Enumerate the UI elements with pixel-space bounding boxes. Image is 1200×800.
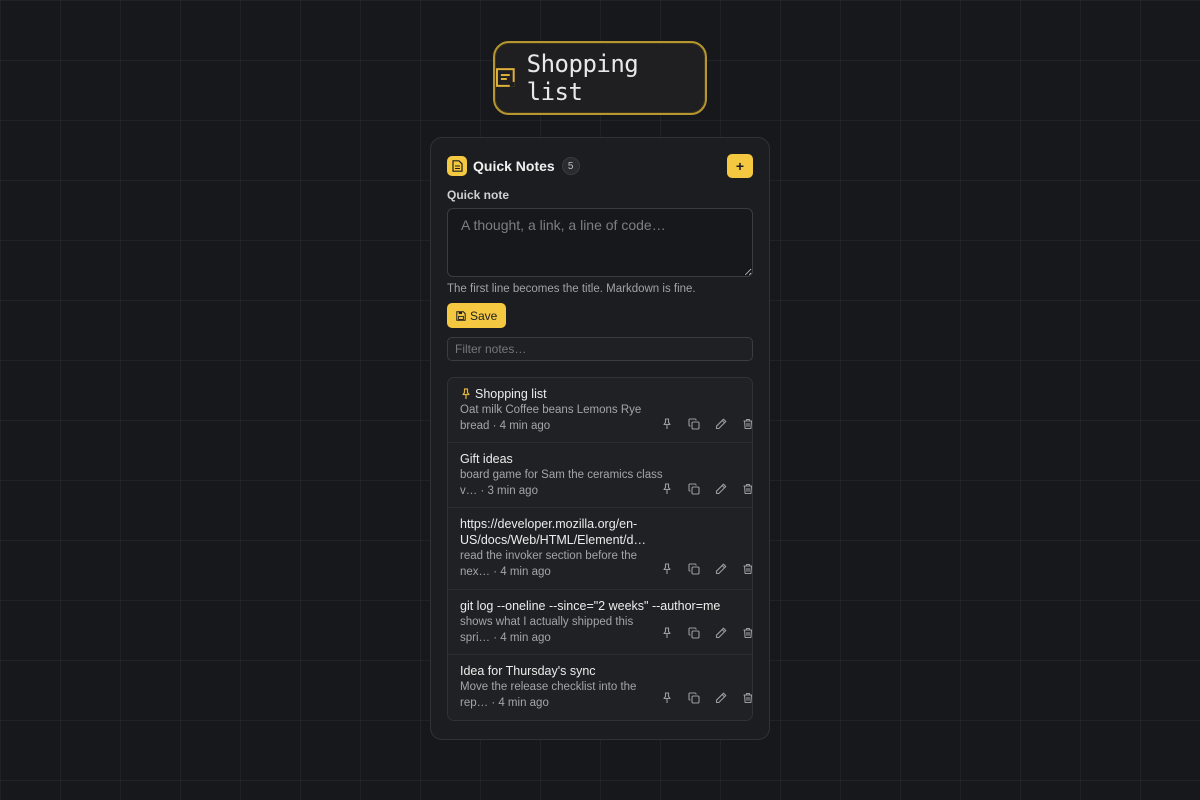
note-preview: shows what I actually shipped this spri……	[460, 616, 634, 644]
save-icon	[456, 310, 466, 321]
composer-hint: The first line becomes the title. Markdo…	[447, 283, 696, 295]
note-list-item[interactable]: Idea for Thursday's sync Move the releas…	[448, 655, 752, 720]
pencil-icon	[715, 692, 726, 703]
copy-icon	[687, 417, 700, 430]
copy-icon	[687, 482, 700, 495]
pin-icon	[662, 691, 671, 703]
pin-button[interactable]	[656, 622, 677, 643]
pin-icon	[662, 417, 671, 429]
edit-button[interactable]	[710, 687, 731, 708]
pin-button[interactable]	[656, 687, 677, 708]
save-label: Save	[470, 308, 498, 323]
note-actions	[656, 478, 752, 499]
note-preview: board game for Sam the ceramics class v……	[460, 469, 663, 497]
note-title-text: Gift ideas	[460, 452, 513, 466]
note-preview: read the invoker section before the nex……	[460, 550, 638, 578]
edit-button[interactable]	[710, 622, 731, 643]
copy-icon	[687, 562, 700, 575]
edit-button[interactable]	[710, 413, 731, 434]
pin-icon	[662, 626, 671, 638]
pencil-icon	[715, 563, 726, 574]
note-list-item[interactable]: Gift ideas board game for Sam the cerami…	[448, 443, 752, 508]
panel-header: Quick Notes 5 +	[447, 154, 753, 178]
trash-icon	[743, 692, 752, 703]
pin-button[interactable]	[656, 413, 677, 434]
pin-button[interactable]	[656, 478, 677, 499]
filter-input[interactable]	[447, 337, 753, 361]
quick-note-label: Quick note	[447, 188, 510, 202]
edit-button[interactable]	[710, 478, 731, 499]
copy-button[interactable]	[683, 622, 704, 643]
pin-icon	[662, 482, 671, 494]
add-note-button[interactable]: +	[727, 154, 753, 178]
save-button[interactable]: Save	[447, 303, 507, 328]
quick-notes-panel: Quick Notes 5 + Quick note The first lin…	[430, 137, 770, 740]
note-title: git log --oneline --since="2 weeks" --au…	[460, 598, 722, 614]
delete-button[interactable]	[737, 687, 752, 708]
copy-icon	[687, 691, 700, 704]
note-actions	[656, 687, 752, 708]
note-actions	[656, 622, 752, 643]
delete-button[interactable]	[737, 413, 752, 434]
note-list-item[interactable]: git log --oneline --since="2 weeks" --au…	[448, 590, 752, 655]
delete-button[interactable]	[737, 558, 752, 579]
quick-note-input[interactable]	[447, 208, 753, 277]
active-note-title: Shopping list	[526, 50, 639, 106]
note-preview: Oat milk Coffee beans Lemons Rye bread ·…	[460, 404, 642, 432]
note-preview: Move the release checklist into the rep……	[460, 681, 637, 709]
copy-button[interactable]	[683, 687, 704, 708]
pin-icon	[662, 562, 671, 574]
trash-icon	[743, 483, 752, 494]
trash-icon	[743, 627, 752, 638]
note-title: Idea for Thursday's sync	[460, 663, 722, 679]
copy-icon	[687, 626, 700, 639]
note-title: https://developer.mozilla.org/en-US/docs…	[460, 516, 650, 548]
copy-button[interactable]	[683, 413, 704, 434]
note-actions	[656, 413, 752, 434]
note-actions	[656, 558, 752, 579]
copy-button[interactable]	[683, 558, 704, 579]
active-note-pill: Shopping list	[493, 41, 707, 115]
note-title: Shopping list	[460, 386, 722, 402]
note-icon	[495, 68, 515, 87]
app-title: Quick Notes	[473, 158, 555, 174]
note-title-text: git log --oneline --since="2 weeks" --au…	[460, 599, 721, 613]
note-list-item[interactable]: https://developer.mozilla.org/en-US/docs…	[448, 508, 752, 590]
pinned-icon	[462, 388, 470, 399]
notes-count-badge: 5	[561, 157, 580, 175]
copy-button[interactable]	[683, 478, 704, 499]
pin-button[interactable]	[656, 558, 677, 579]
delete-button[interactable]	[737, 478, 752, 499]
document-icon	[447, 156, 467, 176]
trash-icon	[743, 563, 752, 574]
note-title-text: https://developer.mozilla.org/en-US/docs…	[460, 517, 646, 547]
note-list-item[interactable]: Shopping list Oat milk Coffee beans Lemo…	[448, 378, 752, 443]
pencil-icon	[715, 418, 726, 429]
pencil-icon	[715, 483, 726, 494]
trash-icon	[743, 418, 752, 429]
pencil-icon	[715, 627, 726, 638]
delete-button[interactable]	[737, 622, 752, 643]
note-title-text: Idea for Thursday's sync	[460, 664, 596, 678]
note-title-text: Shopping list	[475, 387, 547, 401]
notes-list: Shopping list Oat milk Coffee beans Lemo…	[447, 377, 753, 721]
edit-button[interactable]	[710, 558, 731, 579]
note-title: Gift ideas	[460, 451, 722, 467]
